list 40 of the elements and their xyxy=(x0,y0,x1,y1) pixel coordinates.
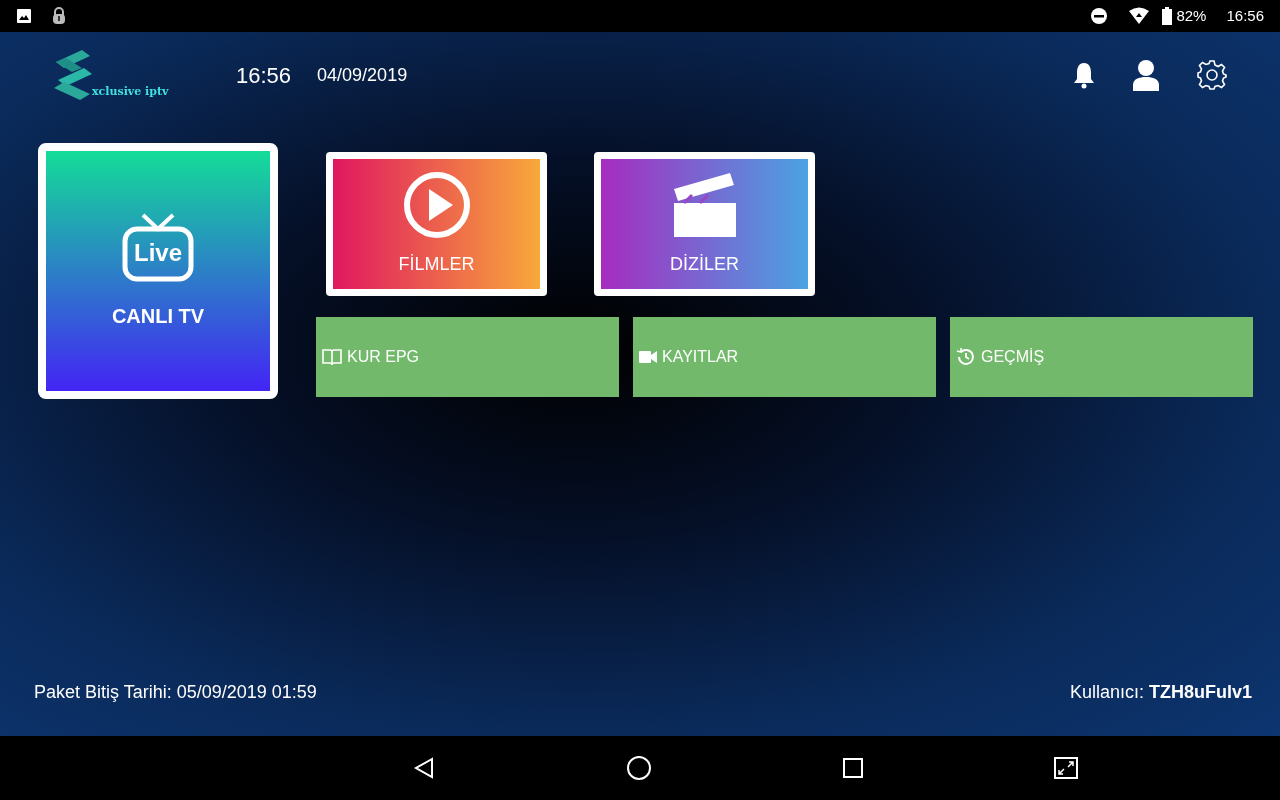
recents-icon xyxy=(842,757,864,779)
package-expiry-text: Paket Bitiş Tarihi: 05/09/2019 01:59 xyxy=(34,681,317,704)
live-icon-text: Live xyxy=(133,238,183,268)
back-button[interactable] xyxy=(412,756,436,780)
do-not-disturb-icon xyxy=(1090,7,1109,25)
menu-tile[interactable]: Live CANLI TV xyxy=(38,143,278,399)
image-icon xyxy=(16,8,32,24)
logo-mark-icon xyxy=(52,48,94,102)
live-tv-icon xyxy=(121,211,195,283)
action-button[interactable]: GEÇMİŞ xyxy=(950,317,1253,397)
action-button[interactable]: KAYITLAR xyxy=(633,317,936,397)
settings-button[interactable] xyxy=(1196,59,1228,91)
action-button[interactable]: KUR EPG xyxy=(316,317,619,397)
settings-icon xyxy=(1196,59,1228,91)
date-text: 04/09/2019 xyxy=(317,63,408,87)
user-icon xyxy=(1132,59,1160,91)
battery-percentage: 82% xyxy=(1176,5,1207,26)
lock-icon xyxy=(52,7,66,25)
profile-button[interactable] xyxy=(1132,59,1160,91)
home-icon xyxy=(626,755,652,781)
menu-tile[interactable]: FİLMLER xyxy=(326,152,547,296)
clock-time: 16:56 xyxy=(236,61,292,90)
book-icon xyxy=(322,348,342,366)
recents-button[interactable] xyxy=(842,757,864,779)
bell-icon xyxy=(1072,61,1096,89)
logo-text: xclusive iptv xyxy=(92,83,169,100)
video-camera-icon xyxy=(639,351,657,363)
menu-tile[interactable]: DİZİLER xyxy=(594,152,815,296)
play-icon xyxy=(402,170,471,239)
picture-in-picture-button[interactable] xyxy=(1054,757,1078,779)
picture-in-picture-icon xyxy=(1054,757,1078,779)
clapperboard-icon xyxy=(671,170,738,239)
username-text: Kullanıcı: TZH8uFulv1 xyxy=(1069,681,1252,704)
back-icon xyxy=(412,756,436,780)
history-icon xyxy=(956,347,976,367)
wifi-icon xyxy=(1128,7,1151,25)
home-button[interactable] xyxy=(626,755,652,781)
battery-icon xyxy=(1162,7,1173,25)
notifications-button[interactable] xyxy=(1072,61,1096,89)
status-time: 16:56 xyxy=(1226,5,1264,26)
